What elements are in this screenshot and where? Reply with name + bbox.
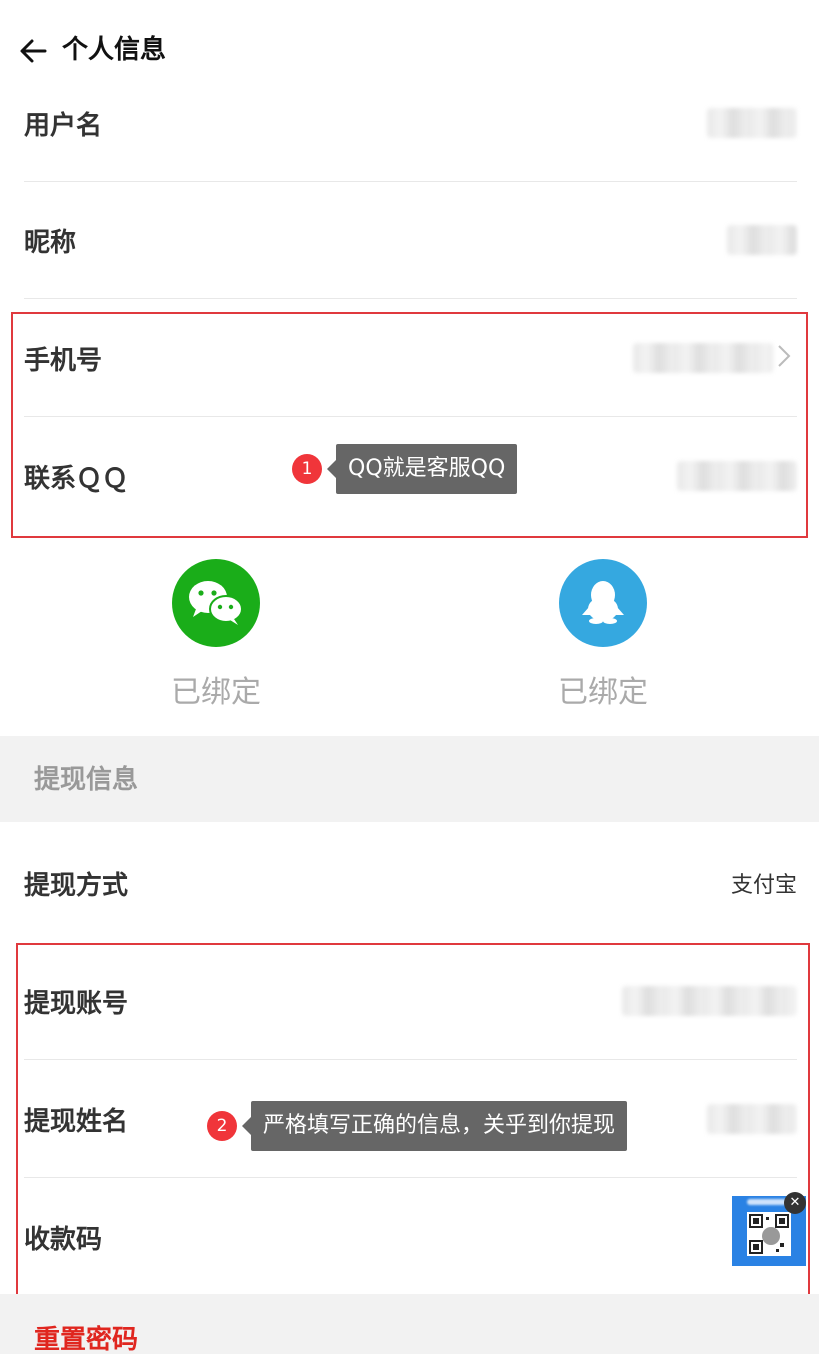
withdraw-section-title: 提现信息 [34, 765, 139, 795]
nickname-value [727, 181, 797, 299]
tooltip-withdraw-hint: 严格填写正确的信息，关乎到你提现 [241, 1101, 628, 1151]
nickname-label: 昵称 [24, 227, 77, 258]
username-label: 用户名 [24, 110, 103, 141]
tooltip-qq-hint: QQ就是客服QQ [326, 444, 518, 494]
username-row: 用户名 [24, 64, 797, 182]
reset-password-link[interactable]: 重置密码 [34, 1322, 138, 1354]
withdraw-method-row[interactable]: 提现方式 支付宝 [24, 824, 797, 942]
qq-bind-status: 已绑定 [558, 675, 648, 710]
wechat-icon [172, 559, 260, 647]
wechat-bind-status: 已绑定 [171, 675, 261, 710]
step-badge-2: 2 [207, 1111, 237, 1141]
withdraw-method-value: 支付宝 [730, 873, 797, 898]
highlight-box-contact [11, 312, 808, 538]
withdraw-section-header: 提现信息 [0, 736, 819, 822]
wechat-binding[interactable]: 已绑定 [116, 559, 316, 715]
username-value [707, 64, 797, 182]
back-arrow-icon[interactable] [18, 36, 48, 66]
withdraw-method-label: 提现方式 [24, 870, 129, 901]
qq-binding[interactable]: 已绑定 [503, 559, 703, 715]
step-badge-1: 1 [292, 454, 322, 484]
nickname-row[interactable]: 昵称 [24, 181, 797, 299]
qq-penguin-icon [559, 559, 647, 647]
page-title: 个人信息 [62, 35, 167, 65]
